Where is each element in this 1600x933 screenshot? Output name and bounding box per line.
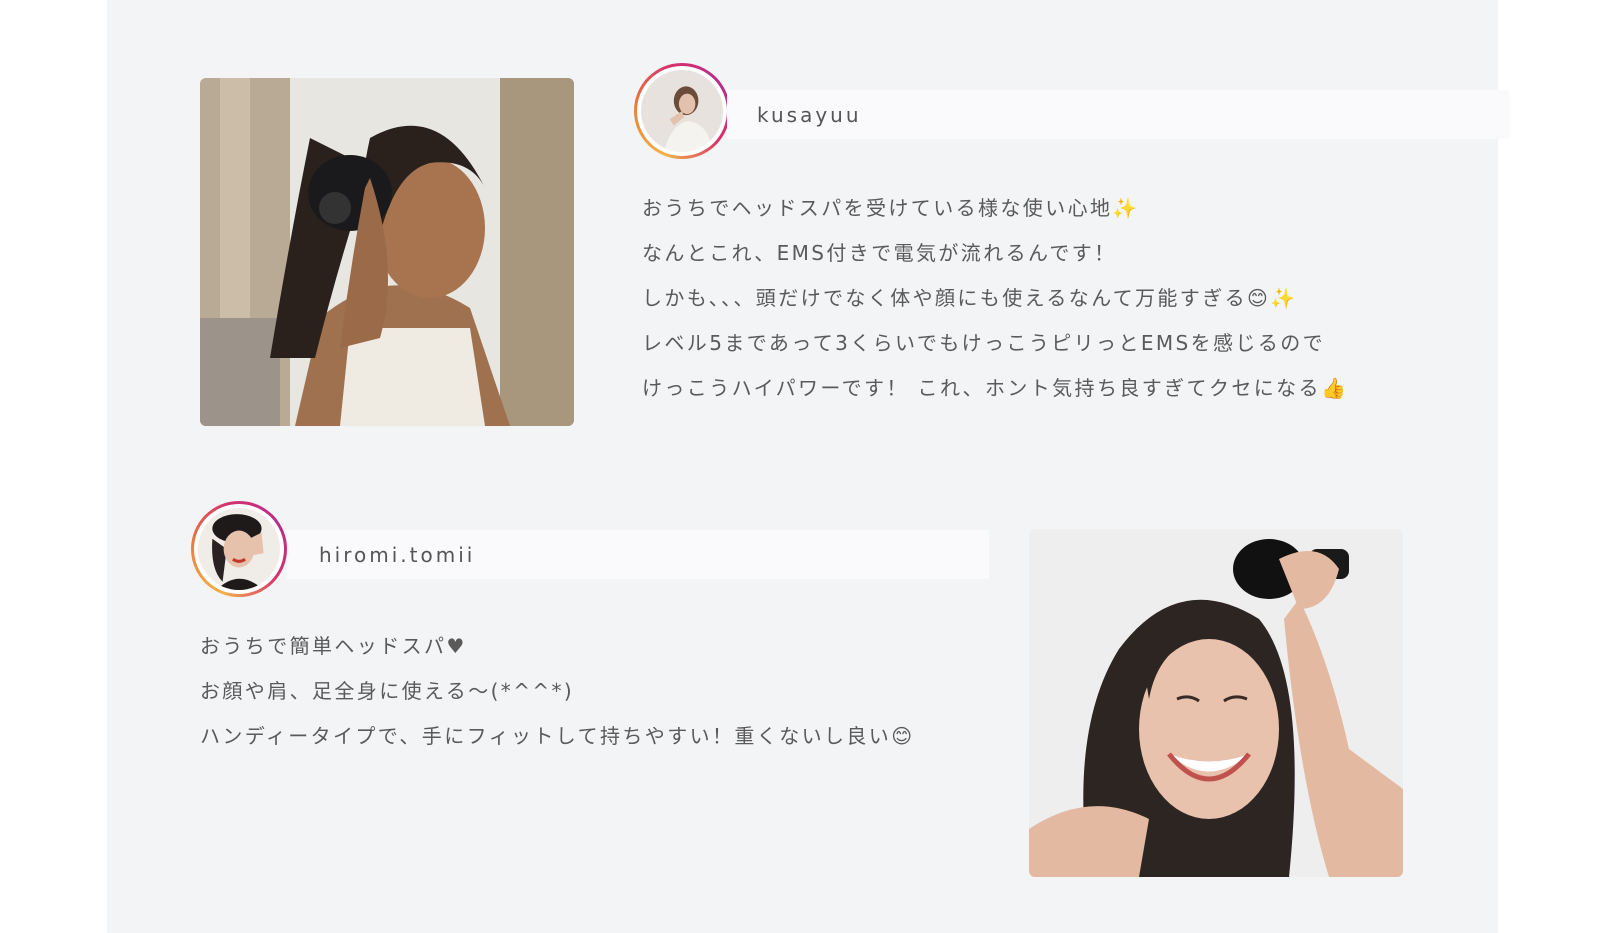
reviews-panel: kusayuu おうちでヘッドスパを受けている様な使い心地✨ なんとこれ、EMS… bbox=[107, 0, 1509, 933]
username-bar: hiromi.tomii bbox=[287, 530, 989, 579]
review-line: けっこうハイパワーです！ これ、ホント気持ち良すぎてクセになる👍 bbox=[642, 376, 1349, 400]
username[interactable]: hiromi.tomii bbox=[319, 543, 475, 567]
review-line: お顔や肩、足全身に使える〜(*^^*) bbox=[200, 679, 575, 703]
review-line: おうちで簡単ヘッドスパ♥ bbox=[200, 634, 467, 658]
review-photo-hiromi-tomii bbox=[1029, 529, 1403, 877]
username-bar: kusayuu bbox=[727, 90, 1509, 139]
avatar-hiromi-tomii[interactable] bbox=[191, 501, 287, 597]
review-line: なんとこれ、EMS付きで電気が流れるんです！ bbox=[642, 241, 1117, 265]
review-line: しかも、、、頭だけでなく体や顔にも使えるなんて万能すぎる😊✨ bbox=[642, 286, 1298, 310]
review-text-hiromi-tomii: おうちで簡単ヘッドスパ♥ お顔や肩、足全身に使える〜(*^^*) ハンディータイ… bbox=[200, 624, 914, 759]
username[interactable]: kusayuu bbox=[757, 103, 862, 127]
review-photo-kusayuu bbox=[200, 78, 574, 426]
review-line: ハンディータイプで、手にフィットして持ちやすい！重くないし良い😊 bbox=[200, 724, 915, 748]
avatar-kusayuu[interactable] bbox=[634, 63, 730, 159]
review-text-kusayuu: おうちでヘッドスパを受けている様な使い心地✨ なんとこれ、EMS付きで電気が流れ… bbox=[642, 186, 1348, 411]
review-line: レベル5まであって3くらいでもけっこうピリっとEMSを感じるので bbox=[642, 331, 1326, 355]
review-line: おうちでヘッドスパを受けている様な使い心地✨ bbox=[642, 196, 1140, 220]
